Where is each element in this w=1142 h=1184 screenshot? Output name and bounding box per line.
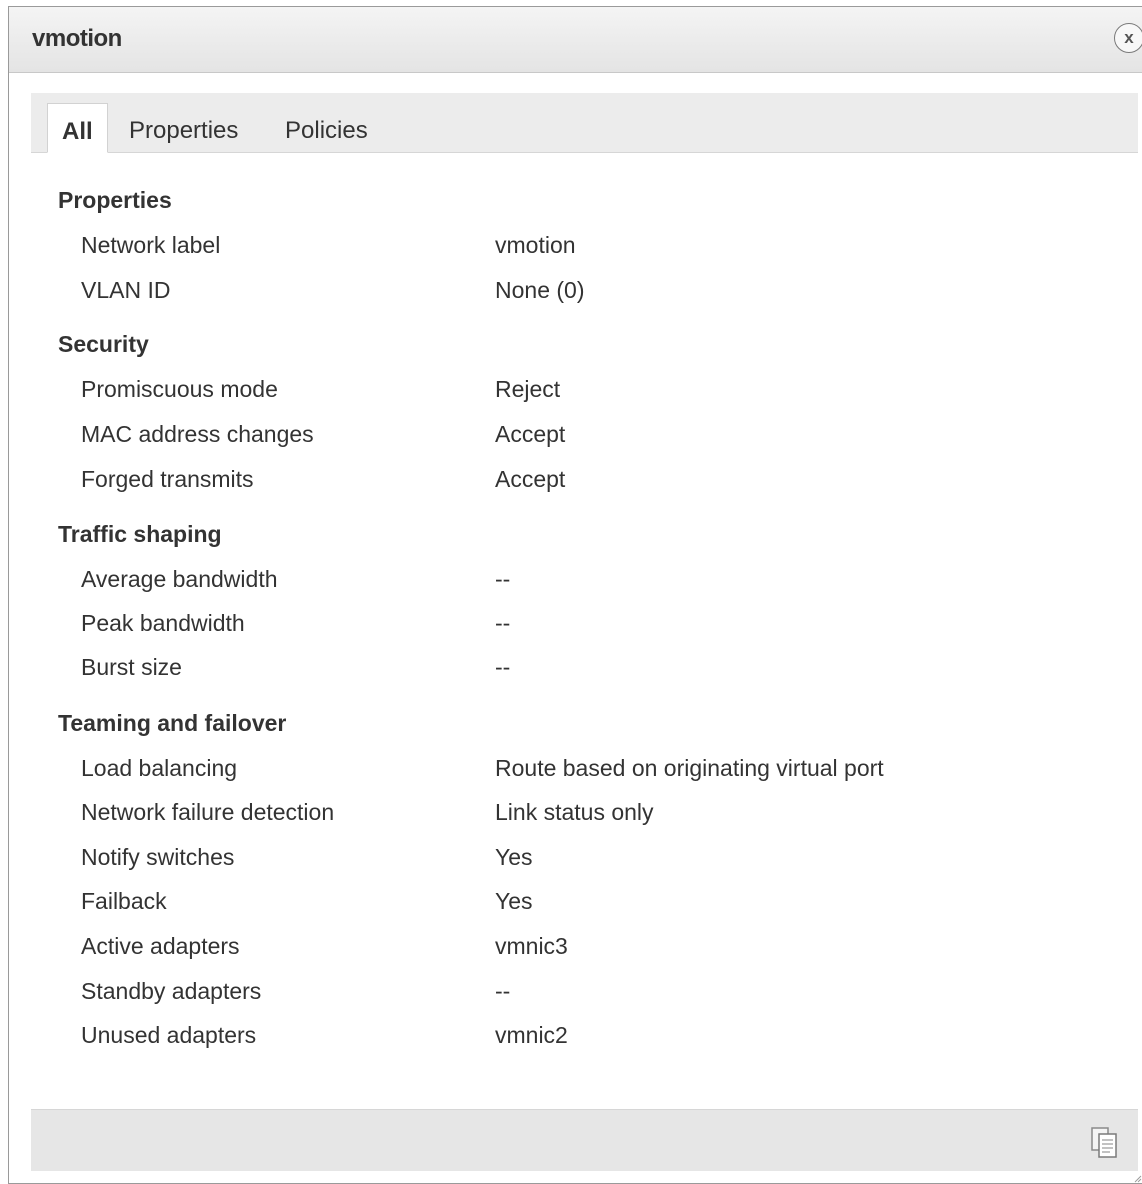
section-header-traffic-shaping: Traffic shaping	[58, 521, 222, 547]
row-label-average-bandwidth: Average bandwidth	[81, 566, 278, 592]
row-value-average-bandwidth: --	[495, 566, 511, 592]
row-label-standby-adapters: Standby adapters	[81, 978, 262, 1004]
row-label-failback: Failback	[81, 888, 167, 914]
row-label-unused-adapters: Unused adapters	[81, 1022, 257, 1048]
export-copy-icon[interactable]	[1090, 1126, 1120, 1160]
close-icon[interactable]: x	[1114, 23, 1142, 53]
tab-all[interactable]: All	[47, 103, 108, 153]
row-label-vlan-id: VLAN ID	[81, 277, 171, 303]
row-value-mac-address-changes: Accept	[495, 421, 566, 447]
details-panel: All Properties Policies Properties Netwo…	[31, 93, 1138, 1171]
row-label-load-balancing: Load balancing	[81, 755, 238, 781]
dialog-footer	[31, 1109, 1138, 1171]
row-label-burst-size: Burst size	[81, 654, 182, 680]
resize-grip-icon[interactable]	[1132, 1173, 1142, 1183]
section-header-security: Security	[58, 331, 149, 357]
dialog-titlebar: vmotion x	[9, 7, 1142, 73]
row-label-forged-transmits: Forged transmits	[81, 466, 254, 492]
row-value-vlan-id: None (0)	[495, 277, 585, 303]
tab-strip: All Properties Policies	[31, 93, 1138, 153]
row-value-failback: Yes	[495, 888, 533, 914]
row-label-promiscuous-mode: Promiscuous mode	[81, 376, 278, 402]
row-value-promiscuous-mode: Reject	[495, 376, 561, 402]
tab-policies[interactable]: Policies	[271, 103, 382, 153]
row-value-peak-bandwidth: --	[495, 610, 511, 636]
section-header-properties: Properties	[58, 187, 172, 213]
row-value-standby-adapters: --	[495, 978, 511, 1004]
dialog-title: vmotion	[32, 25, 122, 52]
tab-properties[interactable]: Properties	[115, 103, 252, 153]
vmotion-dialog: vmotion x All Properties Policies Proper…	[8, 6, 1142, 1184]
row-value-load-balancing: Route based on originating virtual port	[495, 755, 884, 781]
row-value-notify-switches: Yes	[495, 844, 533, 870]
row-value-network-failure-detection: Link status only	[495, 799, 654, 825]
row-label-notify-switches: Notify switches	[81, 844, 235, 870]
row-value-forged-transmits: Accept	[495, 466, 566, 492]
row-value-network-label: vmotion	[495, 232, 576, 258]
row-label-peak-bandwidth: Peak bandwidth	[81, 610, 245, 636]
row-label-network-failure-detection: Network failure detection	[81, 799, 335, 825]
section-header-teaming-and-failover: Teaming and failover	[58, 710, 287, 736]
row-label-active-adapters: Active adapters	[81, 933, 240, 959]
row-label-network-label: Network label	[81, 232, 221, 258]
row-value-burst-size: --	[495, 654, 511, 680]
row-label-mac-address-changes: MAC address changes	[81, 421, 314, 447]
row-value-unused-adapters: vmnic2	[495, 1022, 568, 1048]
row-value-active-adapters: vmnic3	[495, 933, 568, 959]
